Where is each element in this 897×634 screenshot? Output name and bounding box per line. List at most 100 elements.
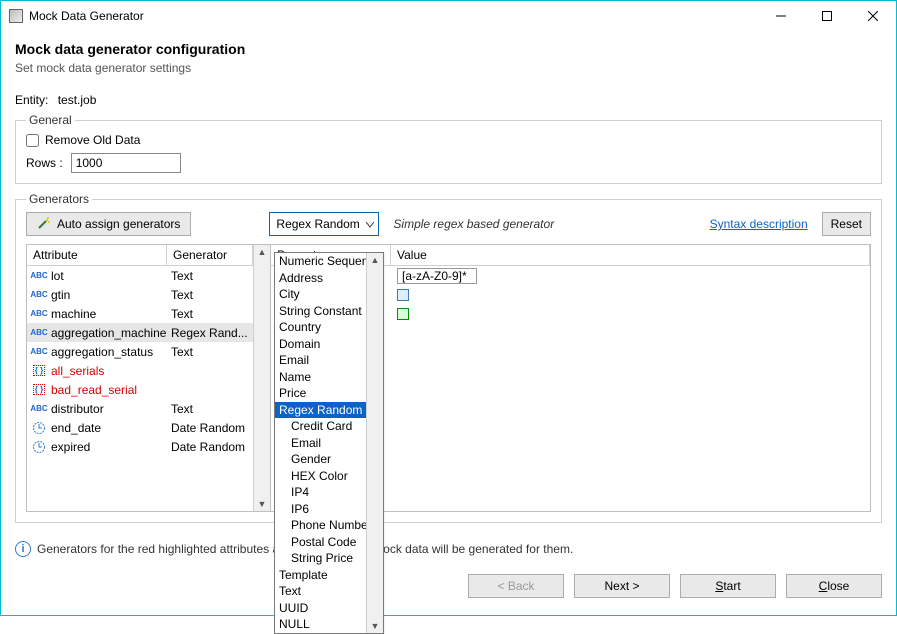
table-row[interactable]: ABCdistributorText [27, 399, 253, 418]
text-type-icon: ABC [31, 328, 47, 337]
text-type-icon: ABC [31, 347, 47, 356]
dropdown-item[interactable]: Email [275, 435, 366, 452]
attribute-name: machine [51, 307, 96, 321]
dropdown-item[interactable]: String Constant [275, 303, 366, 320]
dropdown-item[interactable]: Domain [275, 336, 366, 353]
back-button[interactable]: < Back [468, 574, 564, 598]
dropdown-item[interactable]: Phone Number [275, 517, 366, 534]
rows-input[interactable] [71, 153, 181, 173]
dropdown-item[interactable]: String Price [275, 550, 366, 567]
auto-assign-button[interactable]: Auto assign generators [26, 212, 191, 236]
syntax-description-link[interactable]: Syntax description [710, 217, 808, 231]
dropdown-item[interactable]: NULL [275, 616, 366, 633]
attribute-table: Attribute Generator ABClotTextABCgtinTex… [26, 244, 271, 512]
generators-split: Attribute Generator ABClotTextABCgtinTex… [26, 244, 871, 512]
next-button[interactable]: Next > [574, 574, 670, 598]
dropdown-item[interactable]: Credit Card [275, 418, 366, 435]
start-button[interactable]: Start [680, 574, 776, 598]
window-minimize-button[interactable] [758, 1, 804, 31]
dropdown-scrollbar[interactable]: ▲ ▼ [366, 253, 383, 633]
table-row[interactable]: { } bad_read_serial [27, 380, 253, 399]
dropdown-item[interactable]: Text [275, 583, 366, 600]
window-close-button[interactable] [850, 1, 896, 31]
reset-button[interactable]: Reset [822, 212, 871, 236]
dropdown-item[interactable]: City [275, 286, 366, 303]
property-value-checkbox[interactable] [397, 289, 409, 301]
text-type-icon: ABC [31, 290, 47, 299]
dropdown-item[interactable]: Template [275, 567, 366, 584]
generators-group: Generators Auto assign generators Regex … [15, 192, 882, 523]
generator-type-select[interactable]: Regex Random [269, 212, 379, 236]
attribute-generator: Text [167, 288, 253, 302]
dropdown-item[interactable]: Numeric Sequence [275, 253, 366, 270]
attribute-name: distributor [51, 402, 104, 416]
dropdown-item[interactable]: Gender [275, 451, 366, 468]
wizard-footer: < Back Next > Start Close [1, 557, 896, 615]
generator-type-dropdown[interactable]: Numeric SequenceAddressCityString Consta… [274, 252, 384, 634]
dropdown-item[interactable]: IP6 [275, 501, 366, 518]
maximize-icon [822, 11, 832, 21]
scroll-down-icon: ▼ [371, 621, 380, 631]
dropdown-item[interactable]: Country [275, 319, 366, 336]
dropdown-item[interactable]: Name [275, 369, 366, 386]
scroll-down-icon: ▼ [258, 499, 267, 509]
table-row[interactable]: expired Date Random [27, 437, 253, 456]
dropdown-item[interactable]: HEX Color [275, 468, 366, 485]
info-banner: i Generators for the red highlighted att… [15, 531, 882, 557]
attribute-table-scrollbar[interactable]: ▲ ▼ [253, 245, 270, 511]
dropdown-item[interactable]: Postal Code [275, 534, 366, 551]
attribute-generator: Text [167, 402, 253, 416]
remove-old-data-label: Remove Old Data [45, 133, 140, 147]
attribute-name: bad_read_serial [51, 383, 137, 397]
entity-value: test.job [58, 93, 97, 107]
dropdown-item[interactable]: UUID [275, 600, 366, 617]
close-button[interactable]: Close [786, 574, 882, 598]
text-type-icon: ABC [31, 309, 47, 318]
table-row[interactable]: ABCaggregation_machineRegex Rand... [27, 323, 253, 342]
attribute-column-header[interactable]: Attribute [27, 245, 167, 265]
dropdown-item[interactable]: Price [275, 385, 366, 402]
dropdown-item[interactable]: IP4 [275, 484, 366, 501]
app-icon [9, 9, 23, 23]
general-legend: General [26, 113, 75, 127]
property-value-checkbox[interactable] [397, 308, 409, 320]
text-type-icon: ABC [31, 271, 47, 280]
dropdown-item[interactable]: Address [275, 270, 366, 287]
dropdown-item[interactable]: Email [275, 352, 366, 369]
attribute-name: aggregation_status [51, 345, 153, 359]
info-icon: i [15, 541, 31, 557]
chevron-down-icon [366, 217, 374, 231]
entity-label: Entity: [15, 93, 48, 107]
table-row[interactable]: ABClotText [27, 266, 253, 285]
json-type-icon: { } [31, 384, 47, 395]
table-row[interactable]: ABCmachineText [27, 304, 253, 323]
attribute-name: aggregation_machine [51, 326, 166, 340]
table-row[interactable]: ABCaggregation_statusText [27, 342, 253, 361]
remove-old-data-checkbox[interactable] [26, 134, 39, 147]
generators-legend: Generators [26, 192, 92, 206]
window-maximize-button[interactable] [804, 1, 850, 31]
page-body: Entity: test.job General Remove Old Data… [1, 83, 896, 557]
scroll-up-icon: ▲ [258, 247, 267, 257]
dropdown-item[interactable]: Regex Random [275, 402, 366, 419]
generator-column-header[interactable]: Generator [167, 245, 253, 265]
window-title: Mock Data Generator [29, 9, 144, 23]
generator-type-selected: Regex Random [276, 217, 359, 231]
table-row[interactable]: ABCgtinText [27, 285, 253, 304]
property-value-input[interactable]: [a-zA-Z0-9]* [397, 268, 477, 284]
close-icon [868, 11, 878, 21]
attribute-name: expired [51, 440, 90, 454]
attribute-generator: Text [167, 269, 253, 283]
value-column-header[interactable]: Value [391, 245, 870, 265]
scroll-up-icon: ▲ [371, 255, 380, 265]
attribute-generator: Date Random [167, 440, 253, 454]
clock-icon [31, 421, 47, 435]
attribute-name: end_date [51, 421, 101, 435]
attribute-table-header: Attribute Generator [27, 245, 253, 266]
json-type-icon: { } [31, 365, 47, 376]
generators-toolbar: Auto assign generators Regex Random Simp… [26, 212, 871, 236]
table-row[interactable]: end_dateDate Random [27, 418, 253, 437]
wand-icon [37, 216, 51, 233]
page-subtitle: Set mock data generator settings [15, 61, 882, 75]
table-row[interactable]: { }all_serials [27, 361, 253, 380]
